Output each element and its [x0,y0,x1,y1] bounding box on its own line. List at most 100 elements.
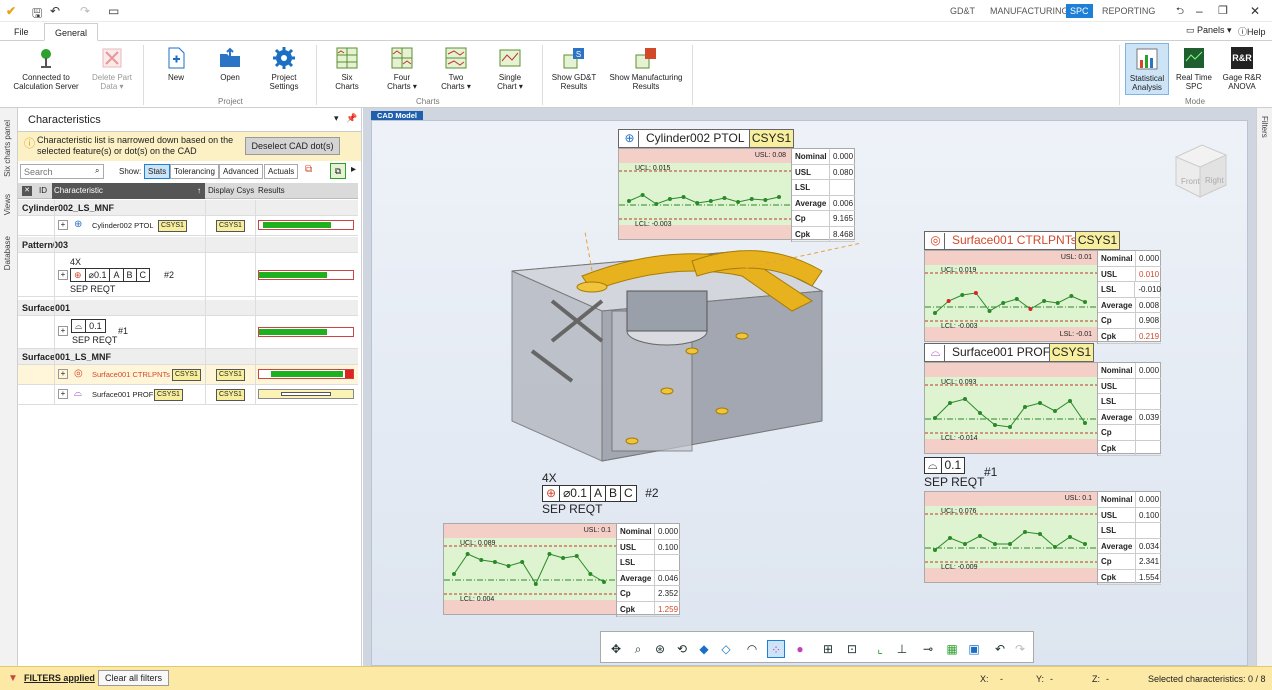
dot-options-icon[interactable]: ● [791,640,809,658]
single-chart-button[interactable]: Single Chart ▾ [490,47,530,91]
group-row[interactable]: Surface001 [18,300,358,316]
spc-chart-card[interactable]: USL: 0.1 UCL: 0.089 LCL: 0.004 Nominal 0.000… [443,523,680,617]
table-view-icon[interactable]: ▦ [943,640,961,658]
column-display-csys[interactable]: Display Csys [208,183,254,199]
gage-rr-anova-button[interactable]: R&R Gage R&R ANOVA [1218,47,1266,91]
delete-part-data-button[interactable]: Delete Part Data ▾ [88,47,136,91]
view-cube[interactable]: Front Right [1168,139,1232,203]
filters-tab[interactable]: Filters [1260,116,1269,138]
measure-icon[interactable]: ⊥ [893,640,911,658]
orbit-icon[interactable]: ◠ [743,640,761,658]
group-row[interactable]: Pattern003 [18,237,358,253]
search-input[interactable] [20,164,104,179]
spc-chart-card[interactable]: UCL: 0.093 LCL: -0.014 Nominal 0.000 USL LSL A… [924,362,1161,456]
expand-icon[interactable]: + [58,389,68,399]
window-layout-icon[interactable]: ▭ [108,4,119,18]
surface-callout[interactable]: ⌓ 0.1 #1 SEP REQT [924,457,997,489]
panels-dropdown[interactable]: ▭ Panels ▾ [1186,25,1232,36]
column-id[interactable]: ID [39,183,47,199]
table-row[interactable]: + ⊕ Cylinder002 PTOL CSYS1 CSYS1 [18,216,358,236]
cad-part-model[interactable] [492,231,862,471]
filter-advanced[interactable]: Advanced [219,164,263,179]
search-icon[interactable]: ⌕ [95,166,99,176]
spc-chart-card[interactable]: USL: 0.01 UCL: 0.019 LCL: -0.003 LSL: -0.01… [924,250,1161,344]
stats-row: Average 0.046 [617,570,680,586]
open-button[interactable]: Open [210,47,250,82]
mode-tab-reporting[interactable]: REPORTING [1098,4,1159,18]
back-icon[interactable]: ⮌ [1176,4,1184,21]
spc-chart-card[interactable]: USL: 0.08 UCL: 0.015 LCL: -0.003 Nominal 0.0… [618,148,855,242]
spc-chart-card[interactable]: USL: 0.1 UCL: 0.076 LCL: -0.009 Nominal 0.00… [924,491,1161,585]
show-manufacturing-results-button[interactable]: Show Manufacturing Results [606,47,686,91]
close-icon[interactable]: ✕ [1250,4,1260,18]
filters-applied-link[interactable]: FILTERS applied [24,673,95,683]
pattern-callout[interactable]: 4X ⊕ ⌀0.1 A B C #2 SEP REQT [542,471,659,516]
project-settings-button[interactable]: Project Settings [262,47,306,91]
mode-tab-spc[interactable]: SPC [1066,4,1093,18]
table-row[interactable]: + ⌓ Surface001 PROF CSYS1 CSYS1 [18,385,358,405]
six-charts-button[interactable]: Six Charts [330,47,364,91]
axis-icon[interactable]: ⌞ [871,640,889,658]
cad-viewport[interactable]: Front Right ⊕ Cylinder002 PTOL CSYS1 USL… [371,120,1248,666]
deselect-cad-dots-button[interactable]: Deselect CAD dot(s) [245,137,340,155]
tab-general[interactable]: General [44,23,99,41]
four-charts-button[interactable]: Four Charts ▾ [382,47,422,91]
pin-icon[interactable]: 📌 [346,113,357,124]
table-row[interactable]: + ◎ Surface001 CTRLPNTs CSYS1 CSYS1 [18,365,358,385]
green-toggle-icon[interactable]: ⧉ [330,163,346,179]
cube-view-icon[interactable]: ◆ [695,640,713,658]
screenshot-icon[interactable]: ▣ [965,640,983,658]
redo-view-icon[interactable]: ↷ [1011,640,1029,658]
views-tab[interactable]: Views [3,194,12,215]
callout-header[interactable]: ◎ Surface001 CTRLPNTs CSYS1 [924,231,1120,250]
mode-tab-manufacturing[interactable]: MANUFACTURING [986,4,1073,18]
expand-icon[interactable]: + [58,369,68,379]
panel-menu-icon[interactable]: ▾ [334,113,339,124]
y-coordinate-value: - [1050,674,1053,684]
pan-icon[interactable]: ✥ [607,640,625,658]
group-row[interactable]: Surface001_LS_MNF [18,349,358,365]
expand-icon[interactable]: + [58,270,68,280]
column-results[interactable]: Results [258,183,285,199]
help-button[interactable]: ⓘHelp [1238,25,1266,38]
collapse-all-icon[interactable]: ✕ [22,186,32,196]
select-dots-icon[interactable]: ⁘ [767,640,785,658]
csys-badge: CSYS1 [158,220,187,232]
two-charts-button[interactable]: Two Charts ▾ [436,47,476,91]
filter-actuals[interactable]: Actuals [264,164,299,179]
show-gdt-results-button[interactable]: S Show GD&T Results [548,47,600,91]
new-button[interactable]: New [156,47,196,82]
filter-tolerancing[interactable]: Tolerancing [170,164,219,179]
redo-icon[interactable]: ↷ [80,4,90,18]
undo-view-icon[interactable]: ↶ [991,640,1009,658]
six-charts-panel-tab[interactable]: Six charts panel [3,120,12,177]
filter-stats[interactable]: Stats [144,164,171,179]
iso-view-icon[interactable]: ◇ [717,640,735,658]
grid-icon[interactable]: ⊡ [843,640,861,658]
expand-icon[interactable]: + [58,220,68,230]
section-icon[interactable]: ⊞ [819,640,837,658]
real-time-spc-button[interactable]: Real Time SPC [1174,47,1214,91]
rotate-icon[interactable]: ⟲ [673,640,691,658]
zoom-fit-icon[interactable]: ⊛ [651,640,669,658]
statistical-analysis-button[interactable]: Statistical Analysis [1125,43,1169,95]
export-icon[interactable]: ⧉ [305,164,312,175]
scroll-right-icon[interactable]: ▸ [351,164,356,175]
mode-tab-gdt[interactable]: GD&T [946,4,979,18]
ruler-icon[interactable]: ⊸ [919,640,937,658]
table-row[interactable]: + ⌓ 0.1 #1 SEP REQT [18,316,358,349]
expand-icon[interactable]: + [58,326,68,336]
restore-icon[interactable]: ❐ [1218,4,1228,17]
tab-file[interactable]: File [4,23,39,41]
undo-icon[interactable]: ↶ [50,4,60,18]
database-tab[interactable]: Database [3,236,12,270]
connected-button[interactable]: Connected to Calculation Server [12,47,80,91]
clear-all-filters-button[interactable]: Clear all filters [98,670,170,686]
column-characteristic[interactable]: Characteristic ↑ [52,183,205,199]
callout-header[interactable]: ⌓ Surface001 PROF CSYS1 [924,343,1094,362]
table-row[interactable]: 4X + ⊕ ⌀0.1 A B C #2 SEP REQT [18,253,358,297]
zoom-icon[interactable]: ⌕ [629,640,647,658]
minimize-icon[interactable]: – [1196,4,1203,18]
group-row[interactable]: Cylinder002_LS_MNF [18,200,358,216]
callout-header[interactable]: ⊕ Cylinder002 PTOL CSYS1 [618,129,794,148]
